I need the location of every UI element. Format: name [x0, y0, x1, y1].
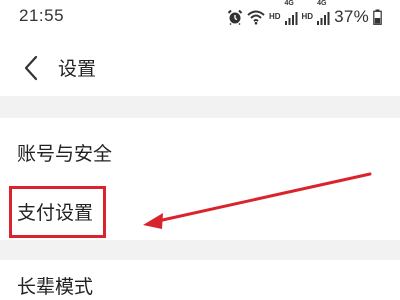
battery-percent: 37% — [334, 7, 369, 26]
net-4g-text: 4G — [284, 0, 294, 7]
page-title: 设置 — [58, 58, 97, 80]
chevron-left-icon — [24, 55, 38, 81]
section-divider — [0, 240, 400, 260]
status-icons: HD 4G HD 4G 37% — [227, 0, 382, 27]
network-4g-label-2: 4G — [317, 0, 330, 26]
settings-row-label: 账号与安全 — [17, 143, 113, 165]
network-4g-label: 4G — [284, 0, 298, 26]
settings-row-payment[interactable]: 支付设置 — [0, 182, 400, 240]
hd-label: HD — [268, 12, 281, 21]
settings-row-account-security[interactable]: 账号与安全 — [0, 118, 400, 182]
battery-icon — [373, 9, 382, 25]
alarm-icon — [227, 9, 243, 25]
net-4g-text-2: 4G — [317, 0, 327, 7]
back-button[interactable] — [18, 54, 44, 82]
settings-screen: 21:55 HD 4G HD 4G 37% 设置 账号与安全 支付设置 长辈模式 — [0, 0, 400, 300]
status-bar: 21:55 HD 4G HD 4G 37% — [0, 0, 400, 34]
hd-label-2: HD — [301, 12, 314, 21]
navigation-header: 设置 — [0, 42, 400, 94]
section-divider — [0, 96, 400, 118]
settings-row-label: 支付设置 — [17, 202, 94, 224]
settings-row-label: 长辈模式 — [17, 276, 94, 298]
status-time: 21:55 — [19, 6, 65, 25]
signal-icon — [284, 11, 297, 25]
wifi-icon — [247, 9, 265, 25]
settings-row-elder-mode[interactable]: 长辈模式 — [0, 260, 400, 300]
signal-icon-2 — [317, 11, 330, 25]
